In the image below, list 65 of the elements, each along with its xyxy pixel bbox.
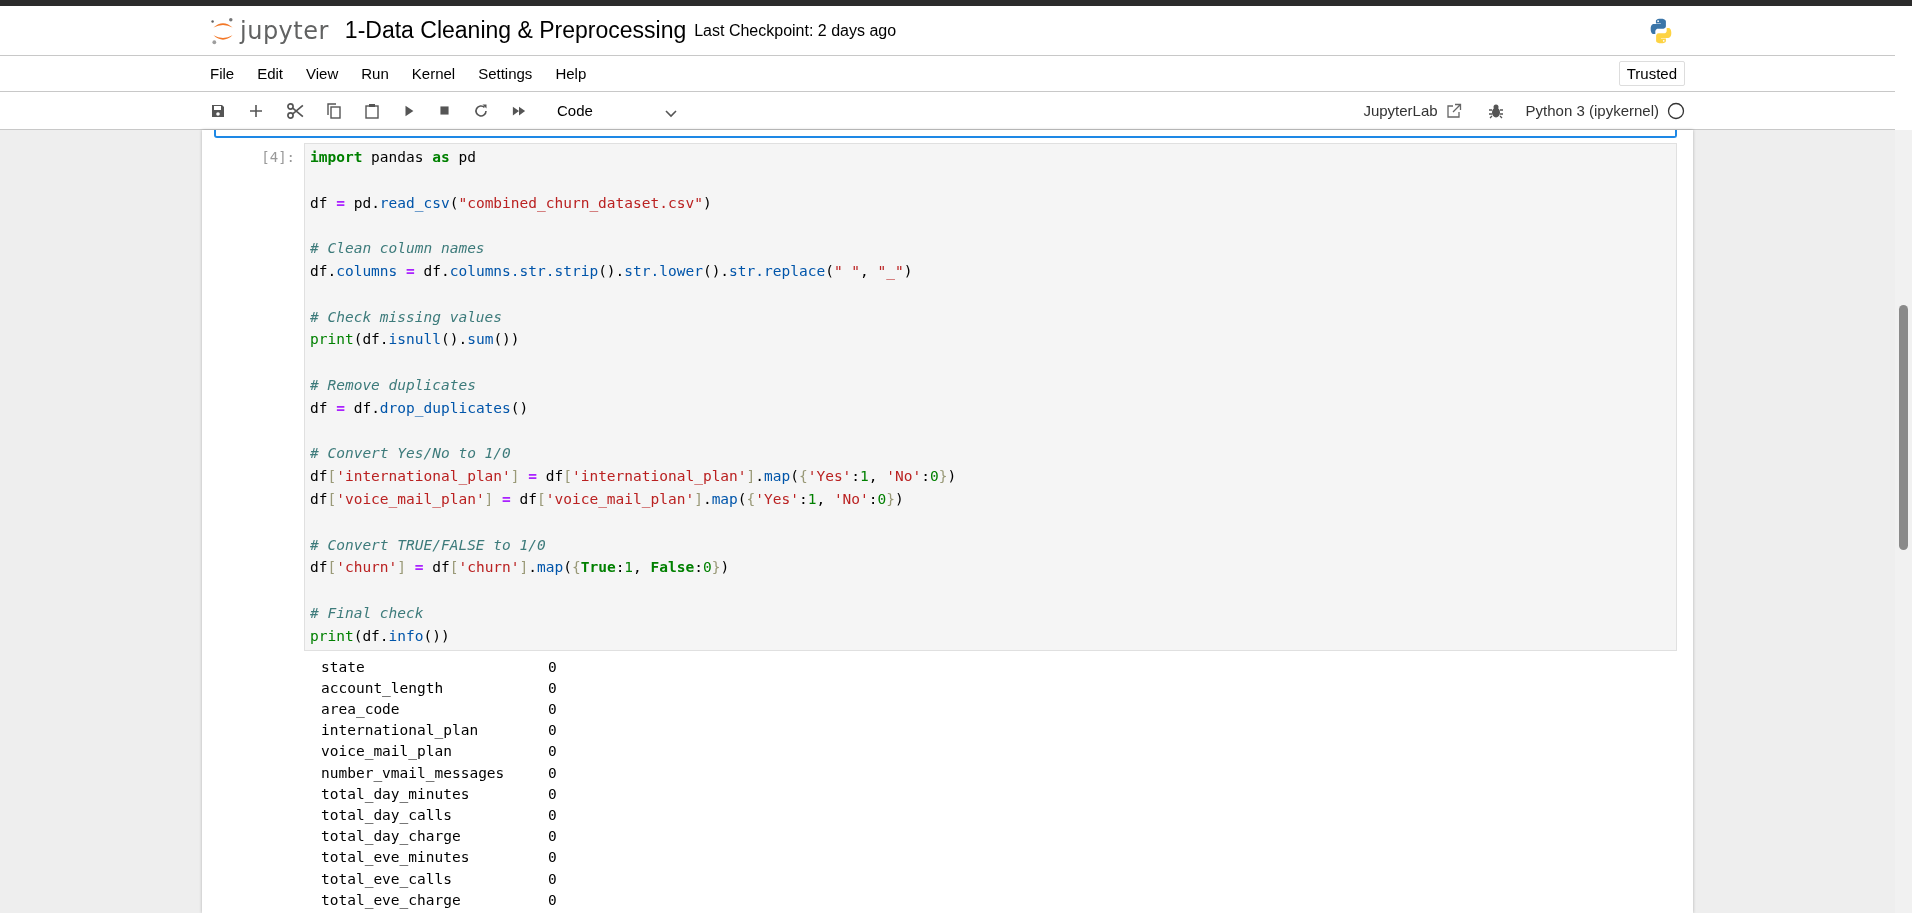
restart-icon[interactable] — [473, 102, 489, 119]
cell-type-dropdown[interactable]: Code — [557, 102, 677, 119]
execution-count: [4]: — [260, 148, 296, 165]
notebook-title[interactable]: 1-Data Cleaning & Preprocessing — [344, 17, 687, 44]
code-line: df['voice_mail_plan'] = df['voice_mail_plan'].map({'Yes':1, 'No':0}) — [310, 489, 904, 510]
add-icon[interactable] — [248, 102, 264, 119]
output-label: state — [321, 657, 365, 677]
code-line: import pandas as pd — [310, 148, 476, 167]
checkpoint-status: Last Checkpoint: 2 days ago — [694, 21, 897, 40]
code-line: df.columns = df.columns.str.strip().str.lower().str.replace(" ", "_") — [310, 262, 913, 282]
code-line: # Clean column names — [310, 239, 485, 259]
output-value: 0 — [547, 763, 557, 783]
menu-item[interactable]: Help — [555, 65, 587, 82]
output-value: 0 — [547, 869, 557, 889]
code-line: # Convert Yes/No to 1/0 — [310, 444, 511, 464]
output-label: international_plan — [321, 721, 479, 741]
output-label: total_day_minutes — [321, 784, 470, 805]
cut-icon[interactable] — [286, 101, 304, 120]
code-line: # Check missing values — [310, 307, 503, 327]
code-line: # Final check — [310, 603, 424, 623]
output-label: total_eve_calls — [321, 869, 452, 890]
code-line: df = df.drop_duplicates() — [310, 398, 529, 419]
code-line: # Remove duplicates — [310, 375, 476, 395]
output-value: 0 — [547, 827, 557, 847]
code-line: df['churn'] = df['churn'].map({True:1, False:0}) — [310, 558, 730, 578]
trusted-button[interactable]: Trusted — [1618, 61, 1685, 86]
paste-icon[interactable] — [364, 101, 380, 120]
output-value: 0 — [547, 742, 557, 762]
caret-icon — [664, 109, 677, 118]
code-line: df['international_plan'] = df['international_plan'].map({'Yes':1, 'No':0}) — [310, 467, 957, 487]
output-label: number_vmail_messages — [321, 763, 505, 784]
menu-item[interactable]: File — [210, 65, 235, 82]
code-line: print(df.info()) — [310, 626, 450, 646]
output-value: 0 — [547, 784, 557, 804]
output-label: account_length — [321, 678, 444, 699]
stop-icon[interactable] — [438, 104, 451, 117]
output-label: total_eve_minutes — [321, 848, 470, 868]
output-value: 0 — [547, 805, 557, 825]
menu-item[interactable]: Kernel — [411, 65, 456, 82]
code-line: df = pd.read_csv("combined_churn_dataset.csv") — [310, 193, 712, 214]
output-label: total_day_calls — [321, 805, 452, 826]
output-label: voice_mail_plan — [321, 742, 452, 762]
output-label: area_code — [321, 699, 400, 720]
menu-item[interactable]: Edit — [257, 65, 284, 82]
output-label: total_day_charge — [321, 827, 461, 847]
save-icon[interactable] — [210, 102, 226, 119]
external-link-icon[interactable] — [1445, 102, 1462, 119]
menu-item[interactable]: Run — [361, 65, 389, 82]
output-value: 0 — [547, 890, 557, 910]
code-line: print(df.isnull().sum()) — [310, 330, 520, 350]
scrollbar-thumb[interactable] — [1899, 305, 1908, 550]
output-label: total_eve_charge — [321, 890, 461, 911]
output-value: 0 — [547, 721, 557, 741]
bug-icon[interactable] — [1487, 102, 1504, 119]
code-line: # Convert TRUE/FALSE to 1/0 — [310, 535, 546, 555]
output-value: 0 — [547, 657, 557, 677]
jupyter-logo[interactable]: jupyter — [210, 15, 329, 46]
menu-item[interactable]: Settings — [478, 65, 533, 82]
jupyterlab-link[interactable]: JupyterLab — [1363, 102, 1438, 119]
output-value: 0 — [547, 678, 557, 698]
output-value: 0 — [547, 848, 557, 868]
menu-item[interactable]: View — [306, 65, 339, 82]
copy-icon[interactable] — [326, 101, 342, 120]
kernel-name[interactable]: Python 3 (ipykernel) — [1525, 102, 1659, 119]
output-value: 0 — [547, 699, 557, 719]
